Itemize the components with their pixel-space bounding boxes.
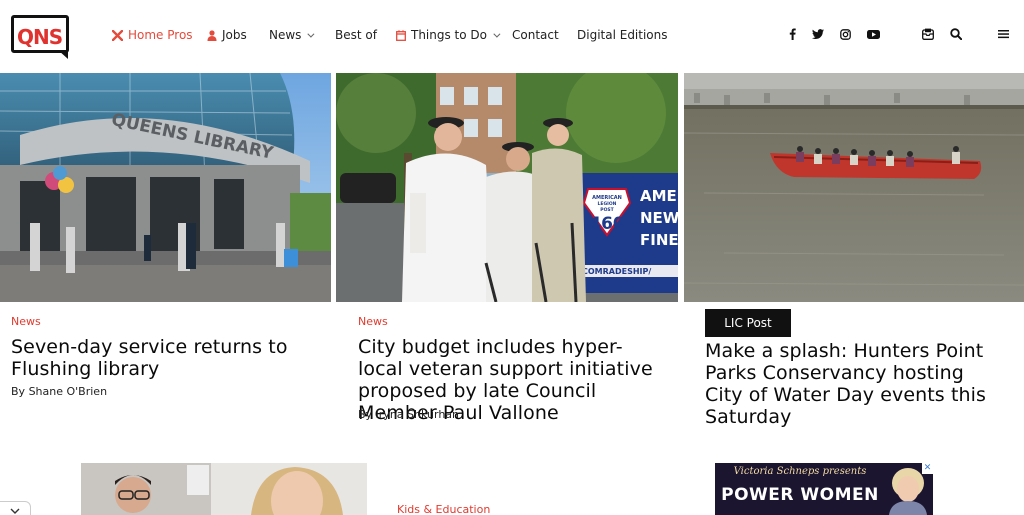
section-badge[interactable]: LIC Post (705, 309, 791, 337)
nav-home-pros[interactable]: Home Pros (112, 26, 193, 44)
nav-label: Best of (335, 28, 377, 42)
article-image-kids[interactable] (81, 463, 367, 515)
byline-prefix: By (358, 408, 373, 421)
logo-speech-tail (58, 50, 68, 59)
ad-tagline: Victoria Schneps presents (733, 466, 867, 477)
nav-label: Home Pros (128, 28, 193, 42)
banner-text: 460 (589, 214, 625, 234)
article-category[interactable]: Kids & Education (397, 503, 490, 515)
twitter-icon[interactable] (808, 25, 828, 43)
nav-label: Digital Editions (577, 28, 668, 42)
ad-title: POWER WOMEN (721, 485, 879, 505)
nav-label: Jobs (222, 28, 247, 42)
newsletter-icon[interactable] (918, 25, 938, 43)
banner-text: AME (640, 187, 677, 205)
instagram-icon[interactable] (835, 25, 855, 43)
chevron-down-icon (493, 30, 501, 38)
banner-text: LEGION (598, 201, 617, 207)
author-link[interactable]: Iryna Shkurhan (376, 408, 459, 421)
nav-jobs[interactable]: Jobs (207, 26, 247, 44)
banner-text: AMERICAN (592, 195, 622, 201)
byline-prefix: By (11, 385, 26, 398)
youtube-icon[interactable] (863, 25, 883, 43)
nav-things-to-do[interactable]: Things to Do (396, 26, 501, 44)
advertisement-banner[interactable]: Victoria Schneps presents POWER WOMEN ✕ (715, 463, 933, 515)
nav-best-of[interactable]: Best of (335, 26, 377, 44)
nav-digital-editions[interactable]: Digital Editions (577, 26, 668, 44)
banner-text: POST (600, 207, 614, 213)
collapse-toggle[interactable] (0, 501, 31, 515)
banner-text: NEW (640, 209, 678, 227)
nav-label: Things to Do (411, 28, 488, 42)
ad-close-icon[interactable]: ✕ (922, 463, 933, 474)
article-image-library[interactable]: QUEENS LIBRARY (0, 73, 331, 302)
article-headline[interactable]: Make a splash: Hunters Point Parks Conse… (705, 340, 1005, 428)
facebook-icon[interactable] (782, 25, 802, 43)
article-byline: By Shane O'Brien (11, 385, 107, 398)
person-icon (207, 29, 217, 41)
article-image-veterans[interactable]: AMERICAN LEGION POST 460 AME NEW FINE CO… (336, 73, 678, 302)
logo-text: QNS (17, 25, 63, 49)
menu-icon[interactable] (993, 25, 1013, 43)
tools-icon (112, 29, 123, 41)
calendar-icon (396, 29, 406, 41)
chevron-down-icon (10, 508, 19, 514)
article-byline: By Iryna Shkurhan (358, 408, 459, 421)
article-category[interactable]: News (358, 315, 388, 328)
nav-contact[interactable]: Contact (512, 26, 559, 44)
logo-frame: QNS (11, 15, 69, 53)
search-icon[interactable] (946, 25, 966, 43)
chevron-down-icon (307, 30, 315, 38)
nav-label: News (269, 28, 302, 42)
article-category[interactable]: News (11, 315, 41, 328)
banner-text: COMRADESHIP/ (582, 267, 651, 276)
banner-text: FINE (640, 231, 678, 249)
nav-news[interactable]: News (269, 26, 315, 44)
qns-logo[interactable]: QNS (11, 13, 72, 59)
article-headline[interactable]: Seven-day service returns to Flushing li… (11, 336, 311, 380)
nav-label: Contact (512, 28, 559, 42)
article-image-canoe[interactable] (684, 73, 1024, 302)
site-header: QNS Home Pros Jobs News Best of Things t… (0, 0, 1024, 72)
author-link[interactable]: Shane O'Brien (29, 385, 107, 398)
